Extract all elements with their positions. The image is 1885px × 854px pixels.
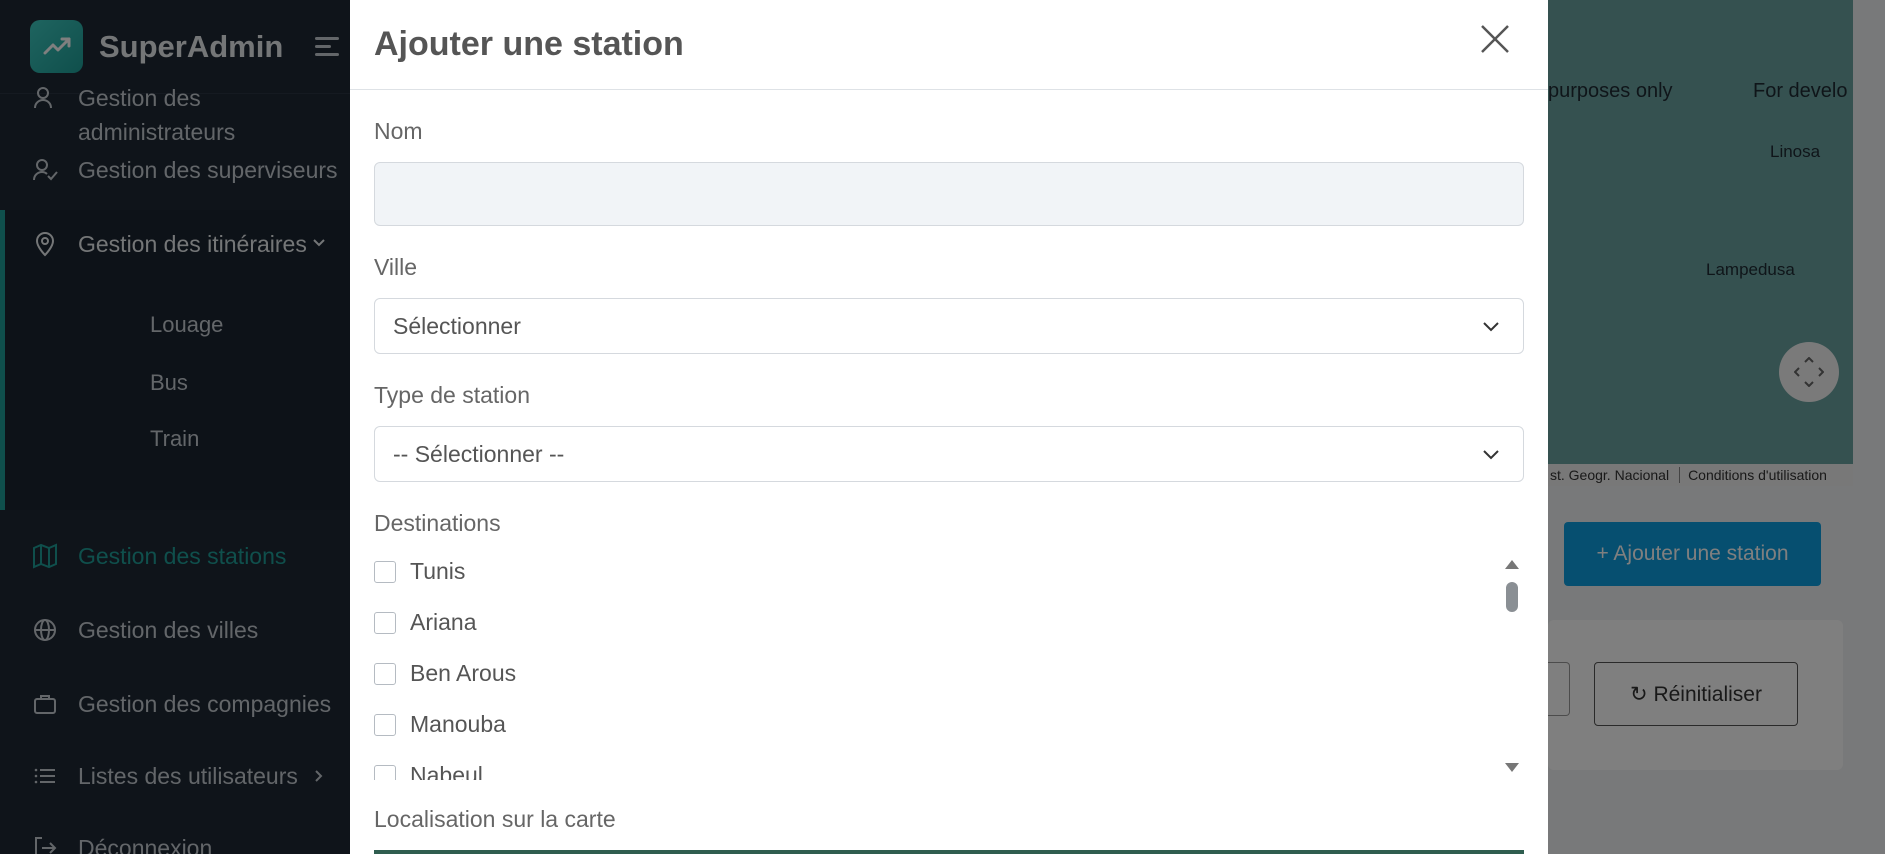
modal-title: Ajouter une station xyxy=(374,25,684,63)
station-type-label: Type de station xyxy=(374,382,530,408)
city-select-value: Sélectionner xyxy=(393,312,521,339)
destination-item-ben-arous[interactable]: Ben Arous xyxy=(374,660,516,687)
destination-label: Manouba xyxy=(410,711,506,737)
destination-item-nabeul[interactable]: Nabeul xyxy=(374,762,483,780)
destination-label: Ben Arous xyxy=(410,660,517,686)
map-location-label: Localisation sur la carte xyxy=(374,806,616,832)
destination-item-ariana[interactable]: Ariana xyxy=(374,609,476,636)
destination-checkbox[interactable] xyxy=(374,560,396,583)
station-type-select-value: -- Sélectionner -- xyxy=(393,440,565,467)
station-type-select[interactable]: -- Sélectionner -- xyxy=(374,426,1524,482)
scroll-up-icon[interactable] xyxy=(1505,560,1519,569)
destinations-scrollbar[interactable] xyxy=(1502,556,1522,778)
name-input[interactable] xyxy=(374,162,1524,226)
name-label: Nom xyxy=(374,118,423,144)
destination-label: Ariana xyxy=(410,609,477,635)
destination-item-tunis[interactable]: Tunis xyxy=(374,558,465,585)
add-station-modal: Ajouter une station Nom Ville Sélectionn… xyxy=(350,0,1548,854)
location-map-preview[interactable] xyxy=(374,850,1524,854)
destinations-list[interactable]: Tunis Ariana Ben Arous Manouba Nabeul xyxy=(374,554,1524,780)
destination-checkbox[interactable] xyxy=(374,611,396,634)
city-label: Ville xyxy=(374,254,418,280)
destination-item-manouba[interactable]: Manouba xyxy=(374,711,506,738)
destination-label: Nabeul xyxy=(410,762,483,780)
modal-header: Ajouter une station xyxy=(350,0,1548,90)
destination-checkbox[interactable] xyxy=(374,713,396,736)
chevron-down-icon xyxy=(1483,322,1499,332)
city-select[interactable]: Sélectionner xyxy=(374,298,1524,354)
destination-label: Tunis xyxy=(410,558,466,584)
scroll-down-icon[interactable] xyxy=(1505,763,1519,772)
destination-checkbox[interactable] xyxy=(374,662,396,685)
close-icon[interactable] xyxy=(1478,22,1512,56)
destinations-label: Destinations xyxy=(374,510,501,536)
destination-checkbox[interactable] xyxy=(374,764,396,780)
chevron-down-icon xyxy=(1483,450,1499,460)
scroll-thumb[interactable] xyxy=(1506,582,1518,612)
